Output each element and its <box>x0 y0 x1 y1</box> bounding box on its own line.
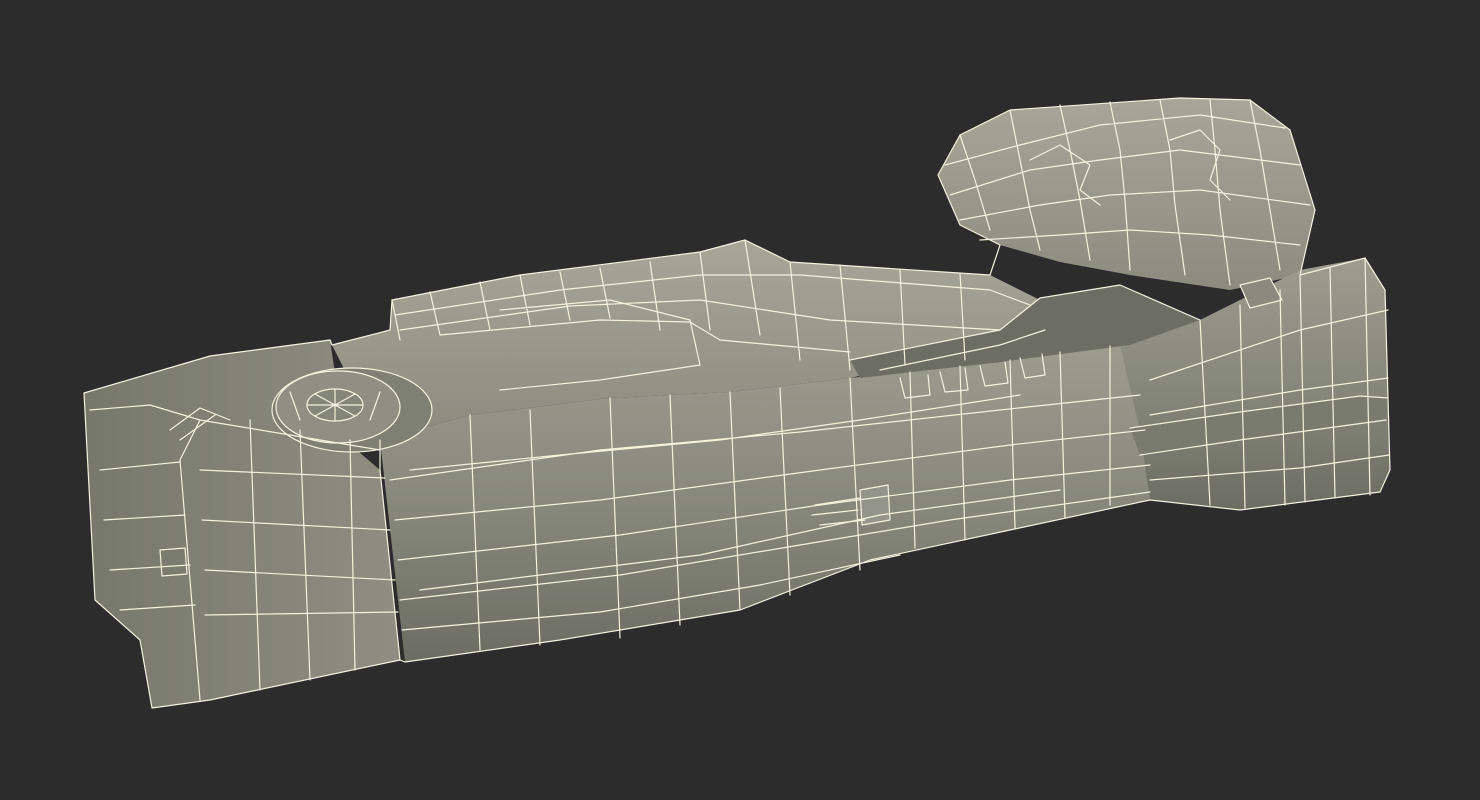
rear-tab <box>160 548 187 576</box>
model-shading <box>84 98 1390 708</box>
model-render <box>83 97 1391 709</box>
viewport <box>0 0 1480 800</box>
